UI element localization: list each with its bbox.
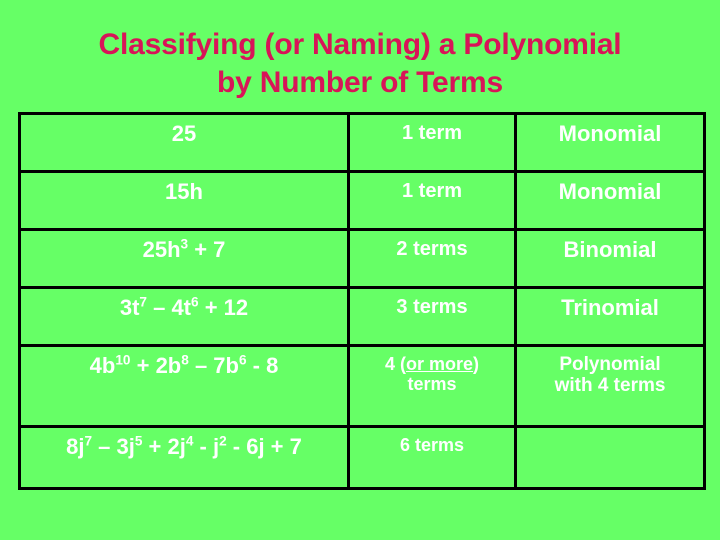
cell-expression: 3t7 – 4t6 + 12 (18, 286, 350, 347)
table-row: 3t7 – 4t6 + 12 3 terms Trinomial (18, 286, 706, 347)
cell-classification: Monomial (514, 112, 706, 173)
cell-classification: Trinomial (514, 286, 706, 347)
cell-term-count: 1 term (347, 112, 517, 173)
table-row: 4b10 + 2b8 – 7b6 - 8 4 (or more) terms Po… (18, 344, 706, 428)
table-row: 8j7 – 3j5 + 2j4 - j2 - 6j + 7 6 terms (18, 425, 706, 490)
page-title: Classifying (or Naming) a Polynomial by … (0, 26, 720, 102)
cell-term-count: 2 terms (347, 228, 517, 289)
cell-expression: 25 (18, 112, 350, 173)
page-title-line-2: by Number of Terms (217, 66, 503, 99)
table-row: 15h 1 term Monomial (18, 170, 706, 231)
table-body: 25 1 term Monomial 15h 1 term Monomial 2… (18, 112, 706, 490)
cell-term-count: 6 terms (347, 425, 517, 490)
cell-expression: 4b10 + 2b8 – 7b6 - 8 (18, 344, 350, 428)
cell-term-count: 4 (or more) terms (347, 344, 517, 428)
table-row: 25h3 + 7 2 terms Binomial (18, 228, 706, 289)
cell-classification: Monomial (514, 170, 706, 231)
cell-expression: 25h3 + 7 (18, 228, 350, 289)
page-title-line-1: Classifying (or Naming) a Polynomial (98, 28, 622, 61)
cell-classification (514, 425, 706, 490)
slide-canvas: Classifying (or Naming) a Polynomial by … (0, 0, 720, 540)
cell-expression: 15h (18, 170, 350, 231)
cell-classification: Polynomial with 4 terms (514, 344, 706, 428)
table-row: 25 1 term Monomial (18, 112, 706, 173)
cell-expression: 8j7 – 3j5 + 2j4 - j2 - 6j + 7 (18, 425, 350, 490)
polynomial-classification-table: 25 1 term Monomial 15h 1 term Monomial 2… (18, 112, 706, 490)
cell-term-count: 1 term (347, 170, 517, 231)
cell-classification: Binomial (514, 228, 706, 289)
cell-term-count: 3 terms (347, 286, 517, 347)
